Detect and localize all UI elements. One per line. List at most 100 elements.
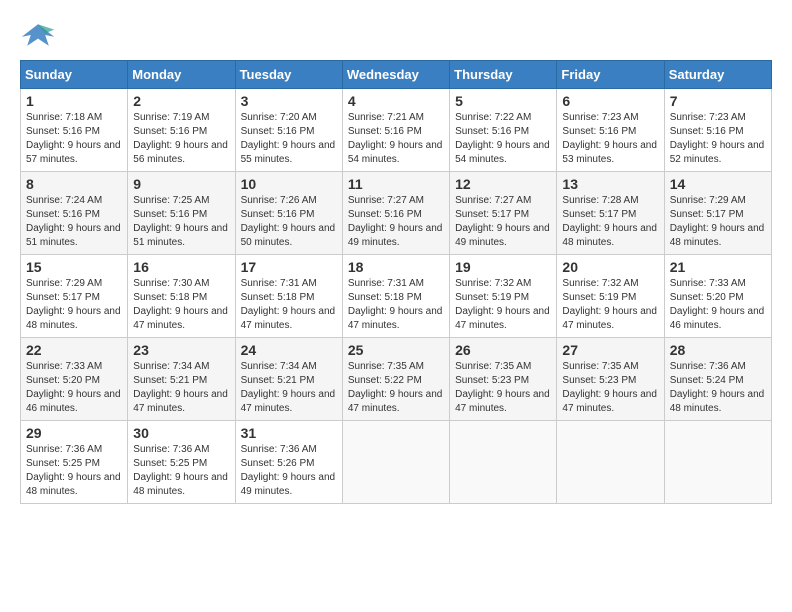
calendar-week-1: 1Sunrise: 7:18 AMSunset: 5:16 PMDaylight… [21, 89, 772, 172]
calendar-header-row: SundayMondayTuesdayWednesdayThursdayFrid… [21, 61, 772, 89]
day-info: Sunrise: 7:33 AMSunset: 5:20 PMDaylight:… [670, 277, 766, 333]
calendar-cell: 27 Sunrise: 7:35 AMSunset: 5:23 PMDayligh… [557, 338, 664, 421]
calendar-cell: 19Sunrise: 7:32 AMSunset: 5:19 PMDayligh… [450, 255, 557, 338]
calendar-table: SundayMondayTuesdayWednesdayThursdayFrid… [20, 60, 772, 504]
calendar-cell: 14 Sunrise: 7:29 AMSunset: 5:17 PMDayligh… [664, 172, 771, 255]
day-number: 27 [562, 342, 658, 358]
day-number: 8 [26, 176, 122, 192]
day-number: 3 [241, 93, 337, 109]
day-number: 28 [670, 342, 766, 358]
calendar-cell: 22Sunrise: 7:33 AMSunset: 5:20 PMDayligh… [21, 338, 128, 421]
day-info: Sunrise: 7:35 AMSunset: 5:23 PMDaylight:… [455, 360, 551, 416]
day-number: 31 [241, 425, 337, 441]
calendar-cell [557, 421, 664, 504]
day-info: Sunrise: 7:29 AMSunset: 5:17 PMDaylight:… [670, 194, 766, 250]
day-info: Sunrise: 7:20 AMSunset: 5:16 PMDaylight:… [241, 111, 337, 167]
day-number: 17 [241, 259, 337, 275]
logo [20, 20, 62, 50]
day-number: 10 [241, 176, 337, 192]
day-number: 7 [670, 93, 766, 109]
calendar-cell: 9 Sunrise: 7:25 AMSunset: 5:16 PMDaylight… [128, 172, 235, 255]
calendar-cell: 15Sunrise: 7:29 AMSunset: 5:17 PMDayligh… [21, 255, 128, 338]
calendar-cell [342, 421, 449, 504]
day-info: Sunrise: 7:36 AMSunset: 5:25 PMDaylight:… [133, 443, 229, 499]
day-number: 6 [562, 93, 658, 109]
day-number: 13 [562, 176, 658, 192]
header-day-monday: Monday [128, 61, 235, 89]
day-info: Sunrise: 7:27 AMSunset: 5:17 PMDaylight:… [455, 194, 551, 250]
calendar-cell: 16 Sunrise: 7:30 AMSunset: 5:18 PMDayligh… [128, 255, 235, 338]
day-info: Sunrise: 7:30 AMSunset: 5:18 PMDaylight:… [133, 277, 229, 333]
calendar-cell: 17 Sunrise: 7:31 AMSunset: 5:18 PMDayligh… [235, 255, 342, 338]
calendar-week-4: 22Sunrise: 7:33 AMSunset: 5:20 PMDayligh… [21, 338, 772, 421]
calendar-cell: 23 Sunrise: 7:34 AMSunset: 5:21 PMDayligh… [128, 338, 235, 421]
day-number: 5 [455, 93, 551, 109]
day-info: Sunrise: 7:31 AMSunset: 5:18 PMDaylight:… [348, 277, 444, 333]
day-info: Sunrise: 7:32 AMSunset: 5:19 PMDaylight:… [562, 277, 658, 333]
day-number: 26 [455, 342, 551, 358]
day-number: 23 [133, 342, 229, 358]
calendar-cell: 10 Sunrise: 7:26 AMSunset: 5:16 PMDayligh… [235, 172, 342, 255]
calendar-cell: 1Sunrise: 7:18 AMSunset: 5:16 PMDaylight… [21, 89, 128, 172]
calendar-cell: 4Sunrise: 7:21 AMSunset: 5:16 PMDaylight… [342, 89, 449, 172]
calendar-cell: 29Sunrise: 7:36 AMSunset: 5:25 PMDayligh… [21, 421, 128, 504]
header-day-thursday: Thursday [450, 61, 557, 89]
calendar-cell: 24 Sunrise: 7:34 AMSunset: 5:21 PMDayligh… [235, 338, 342, 421]
logo-bird-icon [20, 20, 56, 50]
day-number: 15 [26, 259, 122, 275]
day-info: Sunrise: 7:23 AMSunset: 5:16 PMDaylight:… [562, 111, 658, 167]
calendar-cell: 28Sunrise: 7:36 AMSunset: 5:24 PMDayligh… [664, 338, 771, 421]
header-day-saturday: Saturday [664, 61, 771, 89]
calendar-cell: 5Sunrise: 7:22 AMSunset: 5:16 PMDaylight… [450, 89, 557, 172]
calendar-week-3: 15Sunrise: 7:29 AMSunset: 5:17 PMDayligh… [21, 255, 772, 338]
day-number: 18 [348, 259, 444, 275]
day-info: Sunrise: 7:31 AMSunset: 5:18 PMDaylight:… [241, 277, 337, 333]
day-number: 11 [348, 176, 444, 192]
day-info: Sunrise: 7:19 AMSunset: 5:16 PMDaylight:… [133, 111, 229, 167]
day-number: 25 [348, 342, 444, 358]
calendar-cell [450, 421, 557, 504]
day-info: Sunrise: 7:28 AMSunset: 5:17 PMDaylight:… [562, 194, 658, 250]
calendar-cell: 26 Sunrise: 7:35 AMSunset: 5:23 PMDayligh… [450, 338, 557, 421]
day-info: Sunrise: 7:35 AMSunset: 5:23 PMDaylight:… [562, 360, 658, 416]
day-info: Sunrise: 7:34 AMSunset: 5:21 PMDaylight:… [241, 360, 337, 416]
calendar-week-5: 29Sunrise: 7:36 AMSunset: 5:25 PMDayligh… [21, 421, 772, 504]
calendar-cell: 8Sunrise: 7:24 AMSunset: 5:16 PMDaylight… [21, 172, 128, 255]
calendar-cell [664, 421, 771, 504]
calendar-cell: 21 Sunrise: 7:33 AMSunset: 5:20 PMDayligh… [664, 255, 771, 338]
header-day-friday: Friday [557, 61, 664, 89]
day-number: 30 [133, 425, 229, 441]
day-number: 14 [670, 176, 766, 192]
day-number: 12 [455, 176, 551, 192]
calendar-cell: 31Sunrise: 7:36 AMSunset: 5:26 PMDayligh… [235, 421, 342, 504]
page-header [20, 20, 772, 50]
calendar-cell: 6 Sunrise: 7:23 AMSunset: 5:16 PMDaylight… [557, 89, 664, 172]
day-number: 21 [670, 259, 766, 275]
calendar-cell: 18 Sunrise: 7:31 AMSunset: 5:18 PMDayligh… [342, 255, 449, 338]
day-number: 24 [241, 342, 337, 358]
calendar-cell: 13 Sunrise: 7:28 AMSunset: 5:17 PMDayligh… [557, 172, 664, 255]
day-info: Sunrise: 7:32 AMSunset: 5:19 PMDaylight:… [455, 277, 551, 333]
header-day-tuesday: Tuesday [235, 61, 342, 89]
day-number: 2 [133, 93, 229, 109]
day-info: Sunrise: 7:23 AMSunset: 5:16 PMDaylight:… [670, 111, 766, 167]
calendar-cell: 7 Sunrise: 7:23 AMSunset: 5:16 PMDaylight… [664, 89, 771, 172]
day-number: 4 [348, 93, 444, 109]
day-info: Sunrise: 7:18 AMSunset: 5:16 PMDaylight:… [26, 111, 122, 167]
day-info: Sunrise: 7:26 AMSunset: 5:16 PMDaylight:… [241, 194, 337, 250]
calendar-cell: 30 Sunrise: 7:36 AMSunset: 5:25 PMDayligh… [128, 421, 235, 504]
calendar-cell: 25 Sunrise: 7:35 AMSunset: 5:22 PMDayligh… [342, 338, 449, 421]
day-info: Sunrise: 7:35 AMSunset: 5:22 PMDaylight:… [348, 360, 444, 416]
calendar-week-2: 8Sunrise: 7:24 AMSunset: 5:16 PMDaylight… [21, 172, 772, 255]
day-number: 9 [133, 176, 229, 192]
header-day-sunday: Sunday [21, 61, 128, 89]
day-number: 16 [133, 259, 229, 275]
header-day-wednesday: Wednesday [342, 61, 449, 89]
day-info: Sunrise: 7:34 AMSunset: 5:21 PMDaylight:… [133, 360, 229, 416]
calendar-cell: 12 Sunrise: 7:27 AMSunset: 5:17 PMDayligh… [450, 172, 557, 255]
calendar-cell: 20Sunrise: 7:32 AMSunset: 5:19 PMDayligh… [557, 255, 664, 338]
day-info: Sunrise: 7:25 AMSunset: 5:16 PMDaylight:… [133, 194, 229, 250]
calendar-cell: 2 Sunrise: 7:19 AMSunset: 5:16 PMDaylight… [128, 89, 235, 172]
calendar-cell: 3 Sunrise: 7:20 AMSunset: 5:16 PMDaylight… [235, 89, 342, 172]
day-info: Sunrise: 7:36 AMSunset: 5:25 PMDaylight:… [26, 443, 122, 499]
